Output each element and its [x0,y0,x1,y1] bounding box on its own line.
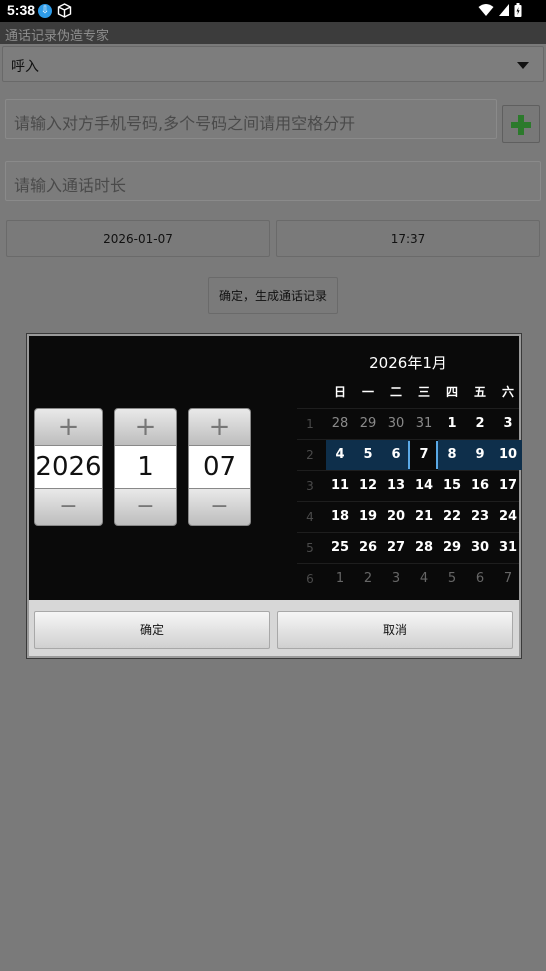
call-type-spinner[interactable]: 呼入 [2,46,544,82]
week-number: 2 [306,448,314,462]
calendar-day[interactable]: 30 [382,409,410,439]
calendar-day[interactable]: 22 [438,502,466,532]
day-increment-button[interactable]: + [188,408,251,446]
calendar-week-row: 5 25 26 27 28 29 30 31 [297,532,519,563]
time-button[interactable]: 17:37 [276,220,540,257]
weekday-header: 六 [501,385,514,399]
calendar-day[interactable]: 30 [466,533,494,563]
calendar-day[interactable]: 23 [466,502,494,532]
add-contact-button[interactable] [502,105,540,143]
calendar-day[interactable]: 16 [466,471,494,501]
calendar-day[interactable]: 18 [326,502,354,532]
weekday-header: 三 [417,385,430,399]
calendar-day[interactable]: 10 [494,440,522,470]
generate-record-button[interactable]: 确定，生成通话记录 [208,277,338,314]
phone-number-placeholder: 请输入对方手机号码,多个号码之间请用空格分开 [14,114,356,133]
weekday-header: 二 [389,385,402,399]
date-button[interactable]: 2026-01-07 [6,220,270,257]
calendar-day[interactable]: 17 [494,471,522,501]
download-badge-icon: ⇩ [38,4,52,18]
calendar-day[interactable]: 9 [466,440,494,470]
calendar-week-row: 6 1 2 3 4 5 6 7 [297,563,519,594]
dialog-ok-button[interactable]: 确定 [34,611,270,649]
calendar-day[interactable]: 27 [382,533,410,563]
calendar-day[interactable]: 2 [466,409,494,439]
calendar-day[interactable]: 28 [326,409,354,439]
calendar-day[interactable]: 12 [354,471,382,501]
calendar-day[interactable]: 5 [438,564,466,594]
calendar-day[interactable]: 21 [410,502,438,532]
calendar-week-row: 4 18 19 20 21 22 23 24 [297,501,519,532]
month-value[interactable]: 1 [114,446,177,488]
call-duration-placeholder: 请输入通话时长 [14,176,127,195]
calendar-day[interactable]: 1 [438,409,466,439]
calendar-day[interactable]: 26 [354,533,382,563]
call-type-value: 呼入 [11,59,39,75]
weekday-header: 四 [445,385,458,399]
calendar-title: 2026年1月 [369,354,447,372]
call-duration-input[interactable]: 请输入通话时长 [5,161,541,201]
year-increment-button[interactable]: + [34,408,103,446]
wifi-icon [478,4,494,16]
dropdown-arrow-icon [517,62,529,69]
weekday-header: 一 [361,385,374,399]
calendar-day[interactable]: 20 [382,502,410,532]
signal-icon [499,4,509,16]
calendar-day-selected[interactable]: 7 [410,440,438,470]
calendar-day[interactable]: 4 [326,440,354,470]
calendar-day[interactable]: 24 [494,502,522,532]
week-number: 6 [306,572,314,586]
calendar-day[interactable]: 28 [410,533,438,563]
week-number: 4 [306,510,314,524]
month-decrement-button[interactable]: − [114,488,177,526]
calendar-day[interactable]: 31 [410,409,438,439]
calendar-day[interactable]: 14 [410,471,438,501]
calendar-day[interactable]: 3 [382,564,410,594]
calendar-day[interactable]: 5 [354,440,382,470]
calendar-week-row: 1 28 29 30 31 1 2 3 [297,408,519,439]
calendar-day[interactable]: 29 [438,533,466,563]
calendar-week-row-selected: 2 4 5 6 7 8 9 10 [297,439,522,470]
day-value[interactable]: 07 [188,446,251,488]
week-number: 3 [306,479,314,493]
calendar-day[interactable]: 7 [494,564,522,594]
dialog-button-bar: 确定 取消 [29,600,519,656]
calendar-day[interactable]: 6 [382,440,410,470]
dialog-cancel-button[interactable]: 取消 [277,611,513,649]
app-title: 通话记录伪造专家 [5,29,110,44]
calendar-day[interactable]: 15 [438,471,466,501]
calendar-day[interactable]: 4 [410,564,438,594]
calendar-day[interactable]: 6 [466,564,494,594]
calendar-day[interactable]: 11 [326,471,354,501]
status-time: 5:38 [7,2,36,18]
battery-icon [514,3,522,17]
calendar-day[interactable]: 2 [354,564,382,594]
year-decrement-button[interactable]: − [34,488,103,526]
week-number: 5 [306,541,314,555]
calendar-day[interactable]: 19 [354,502,382,532]
calendar-day[interactable]: 25 [326,533,354,563]
status-bar: 5:38 ⇩ [0,0,546,22]
calendar-day[interactable]: 3 [494,409,522,439]
weekday-header: 日 [333,385,346,399]
calendar-day[interactable]: 8 [438,440,466,470]
calendar-day[interactable]: 1 [326,564,354,594]
month-increment-button[interactable]: + [114,408,177,446]
date-picker-body: + 2026 − + 1 − + 07 − 2026年1月 日 一 二 三 四 … [29,336,522,600]
phone-number-input[interactable]: 请输入对方手机号码,多个号码之间请用空格分开 [5,99,497,139]
app-title-bar: 通话记录伪造专家 [0,22,546,44]
calendar-day[interactable]: 31 [494,533,522,563]
date-picker-dialog: + 2026 − + 1 − + 07 − 2026年1月 日 一 二 三 四 … [27,334,522,658]
cube-icon [57,3,72,18]
calendar-day[interactable]: 29 [354,409,382,439]
day-decrement-button[interactable]: − [188,488,251,526]
year-value[interactable]: 2026 [34,446,103,488]
week-number: 1 [306,417,314,431]
calendar-day[interactable]: 13 [382,471,410,501]
calendar-week-row: 3 11 12 13 14 15 16 17 [297,470,519,501]
weekday-header: 五 [473,385,486,399]
